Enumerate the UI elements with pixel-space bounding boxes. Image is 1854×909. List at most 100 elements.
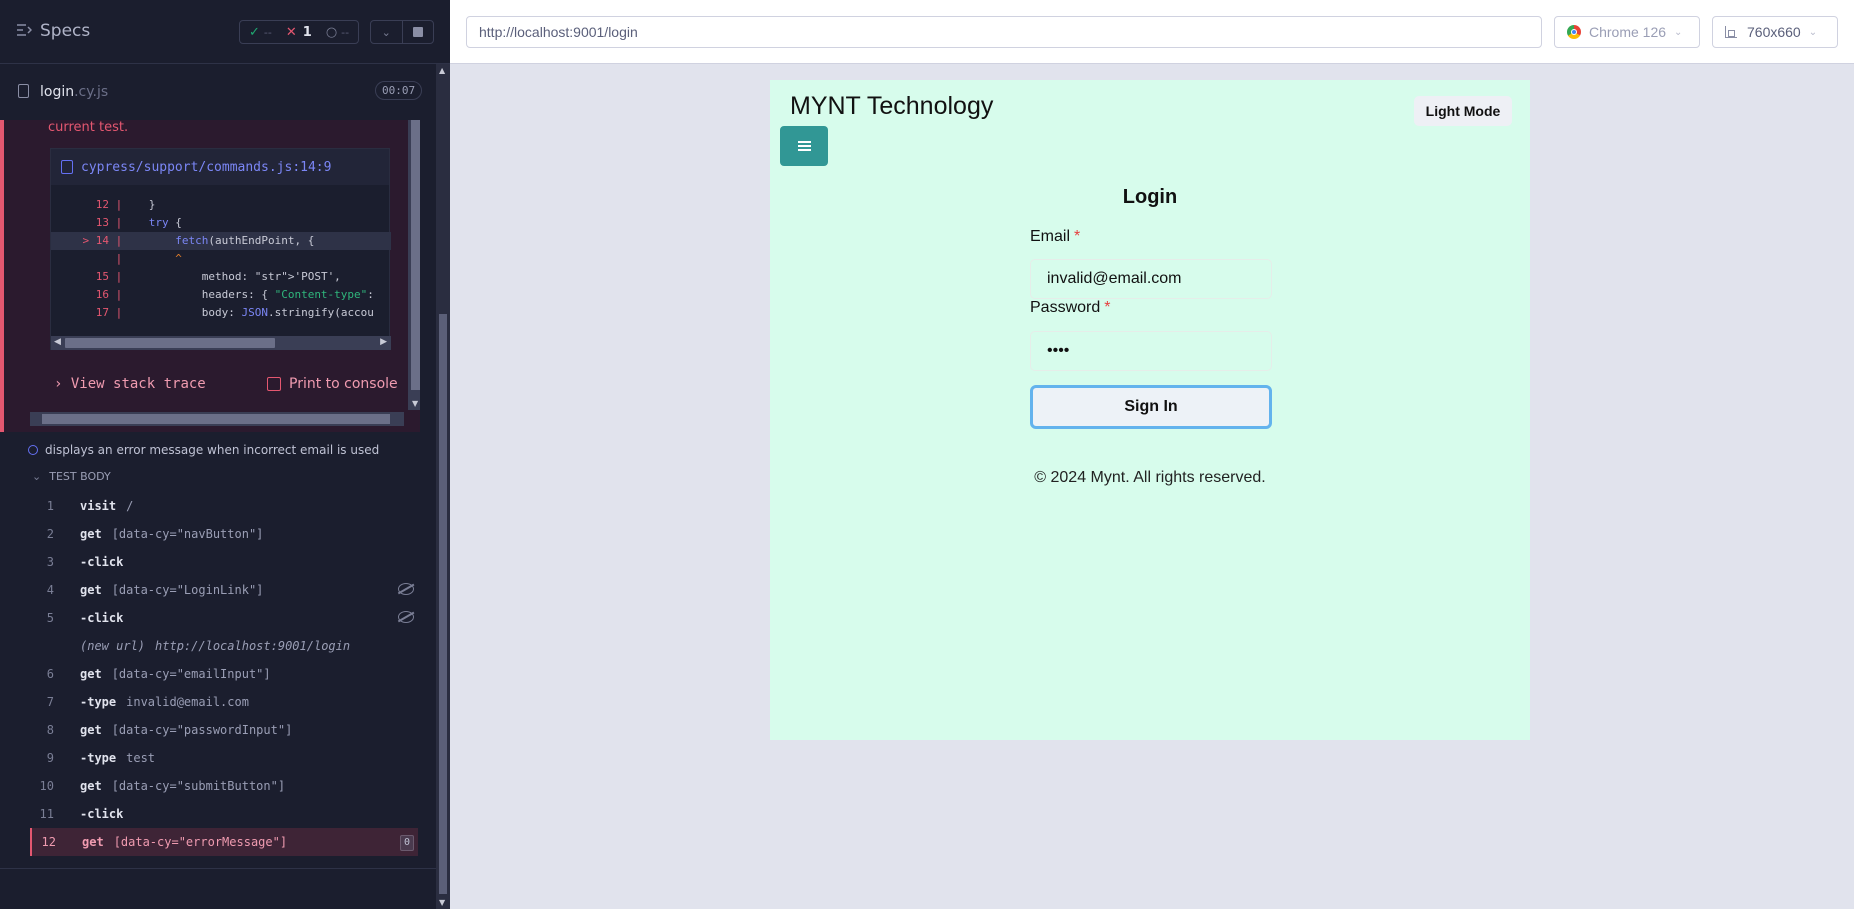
code-frame-path[interactable]: cypress/support/commands.js:14:9	[81, 160, 331, 175]
code-line-text: try {	[148, 216, 182, 229]
required-asterisk: *	[1104, 299, 1111, 316]
command-row[interactable]: 1 visit /	[30, 492, 418, 520]
code-gutter-pipe: |	[109, 288, 123, 301]
command-row[interactable]: 7 -type invalid@email.com	[30, 688, 418, 716]
nav-menu-button[interactable]	[780, 126, 828, 166]
command-method: -click	[80, 807, 124, 821]
code-line-text: body: JSON.stringify(accou	[122, 306, 374, 319]
command-name: visit /	[80, 492, 133, 520]
app-under-test: MYNT Technology Light Mode Login Email * …	[770, 80, 1530, 740]
viewport-size: 760x660	[1747, 24, 1801, 40]
command-arg: invalid@email.com	[126, 695, 249, 709]
command-arg: http://localhost:9001/login	[155, 639, 351, 653]
aut-panel: http://localhost:9001/login Chrome 126 ⌄…	[450, 0, 1854, 909]
code-line: 12 | }	[51, 196, 391, 214]
command-row[interactable]: 12 get [data-cy="errorMessage"] 0	[30, 828, 418, 856]
command-row[interactable]: 9 -type test	[30, 744, 418, 772]
element-count-badge: 0	[399, 835, 414, 851]
error-message-tail: current test.	[48, 120, 129, 135]
command-name: -click	[80, 604, 133, 632]
test-stats: ✓ -- ✕ 1 ○ --	[239, 20, 359, 44]
chevron-down-icon[interactable]: ⌄	[371, 21, 403, 43]
command-arg: [data-cy="navButton"]	[111, 527, 264, 541]
reporter-scrollbar[interactable]: ▲ ▼	[436, 64, 450, 909]
command-arg: [data-cy="emailInput"]	[111, 667, 271, 681]
chrome-icon	[1567, 25, 1581, 39]
command-row[interactable]: 8 get [data-cy="passwordInput"]	[30, 716, 418, 744]
command-row[interactable]: 11 -click	[30, 800, 418, 828]
spec-file-name[interactable]: login.cy.js	[40, 84, 108, 100]
command-number: 5	[46, 611, 54, 625]
command-arg: [data-cy="errorMessage"]	[113, 835, 288, 849]
code-line: 17 | body: JSON.stringify(accou	[51, 304, 391, 322]
code-line: > 14 | fetch(authEndPoint, {	[51, 232, 391, 250]
command-method: get	[80, 723, 102, 737]
command-name: get [data-cy="submitButton"]	[80, 772, 285, 800]
scrollbar-thumb[interactable]	[439, 314, 447, 894]
error-horizontal-scrollbar[interactable]	[30, 412, 404, 426]
reporter-panel: Specs ✓ -- ✕ 1 ○ -- ⌄ login.cy.js 00:07 …	[0, 0, 450, 909]
code-frame-scrollbar[interactable]: ◀ ▶	[51, 336, 391, 350]
command-row[interactable]: 6 get [data-cy="emailInput"]	[30, 660, 418, 688]
code-line-number: 16	[95, 288, 109, 301]
command-row[interactable]: 10 get [data-cy="submitButton"]	[30, 772, 418, 800]
browser-selector[interactable]: Chrome 126 ⌄	[1554, 16, 1700, 48]
viewport-selector[interactable]: 760x660 ⌄	[1712, 16, 1838, 48]
print-to-console-button[interactable]: Print to console	[267, 376, 398, 392]
spec-duration: 00:07	[375, 81, 423, 100]
command-method: -click	[80, 555, 124, 569]
running-spinner-icon	[28, 445, 38, 455]
scroll-left-icon[interactable]: ◀	[54, 337, 61, 347]
spec-file-header: login.cy.js 00:07	[0, 64, 436, 120]
light-mode-button[interactable]: Light Mode	[1414, 96, 1512, 126]
chevron-down-icon: ⌄	[1808, 26, 1818, 38]
command-name: -click	[80, 800, 133, 828]
command-number: 4	[46, 583, 54, 597]
hamburger-icon	[798, 141, 811, 151]
error-vertical-scrollbar[interactable]: ▼	[408, 120, 420, 410]
specs-title[interactable]: Specs	[40, 21, 90, 41]
command-number: 3	[46, 555, 54, 569]
browser-name: Chrome 126	[1589, 24, 1667, 40]
code-line: 13 | try {	[51, 214, 391, 232]
command-number: 8	[46, 723, 54, 737]
stop-button[interactable]	[403, 21, 434, 43]
scroll-right-icon[interactable]: ▶	[380, 337, 387, 347]
command-row[interactable]: 2 get [data-cy="navButton"]	[30, 520, 418, 548]
scroll-down-icon[interactable]: ▼	[439, 898, 445, 907]
eye-slash-icon	[398, 583, 414, 595]
code-gutter-pipe: |	[109, 306, 123, 319]
command-row[interactable]: 4 get [data-cy="LoginLink"]	[30, 576, 418, 604]
command-method: visit	[80, 499, 117, 513]
specs-list-icon[interactable]	[16, 23, 32, 37]
scrollbar-thumb[interactable]	[65, 338, 275, 348]
scroll-down-icon[interactable]: ▼	[412, 399, 418, 408]
command-name: get [data-cy="LoginLink"]	[80, 576, 263, 604]
sign-in-button[interactable]: Sign In	[1030, 385, 1272, 429]
failed-x-icon: ✕	[285, 24, 297, 40]
test-body-toggle[interactable]: ⌄ TEST BODY	[32, 470, 111, 483]
password-input[interactable]: ••••	[1030, 331, 1272, 371]
scrollbar-thumb[interactable]	[42, 414, 390, 424]
command-name: get [data-cy="navButton"]	[80, 520, 263, 548]
scrollbar-thumb[interactable]	[411, 120, 420, 390]
test-title[interactable]: displays an error message when incorrect…	[28, 443, 379, 457]
code-frame-header[interactable]: cypress/support/commands.js:14:9	[51, 149, 389, 185]
chevron-down-icon: ⌄	[1674, 26, 1683, 38]
viewport-icon	[1725, 26, 1737, 38]
email-input[interactable]: invalid@email.com	[1030, 259, 1272, 299]
scroll-up-icon[interactable]: ▲	[439, 66, 445, 75]
divider	[0, 868, 436, 869]
command-row[interactable]: 3 -click	[30, 548, 418, 576]
specs-header: Specs ✓ -- ✕ 1 ○ -- ⌄	[0, 0, 450, 64]
pending-count: --	[341, 25, 350, 39]
chevron-down-icon: ⌄	[32, 470, 42, 483]
command-name: get [data-cy="passwordInput"]	[80, 716, 292, 744]
command-row[interactable]: 5 -click	[30, 604, 418, 632]
login-heading: Login	[1122, 186, 1178, 208]
url-bar[interactable]: http://localhost:9001/login	[466, 16, 1542, 48]
view-stack-trace-toggle[interactable]: › View stack trace	[54, 376, 206, 392]
code-line-number: > 14	[82, 234, 110, 247]
command-number: 12	[41, 835, 56, 849]
command-new-url[interactable]: (new url) http://localhost:9001/login	[30, 632, 418, 660]
